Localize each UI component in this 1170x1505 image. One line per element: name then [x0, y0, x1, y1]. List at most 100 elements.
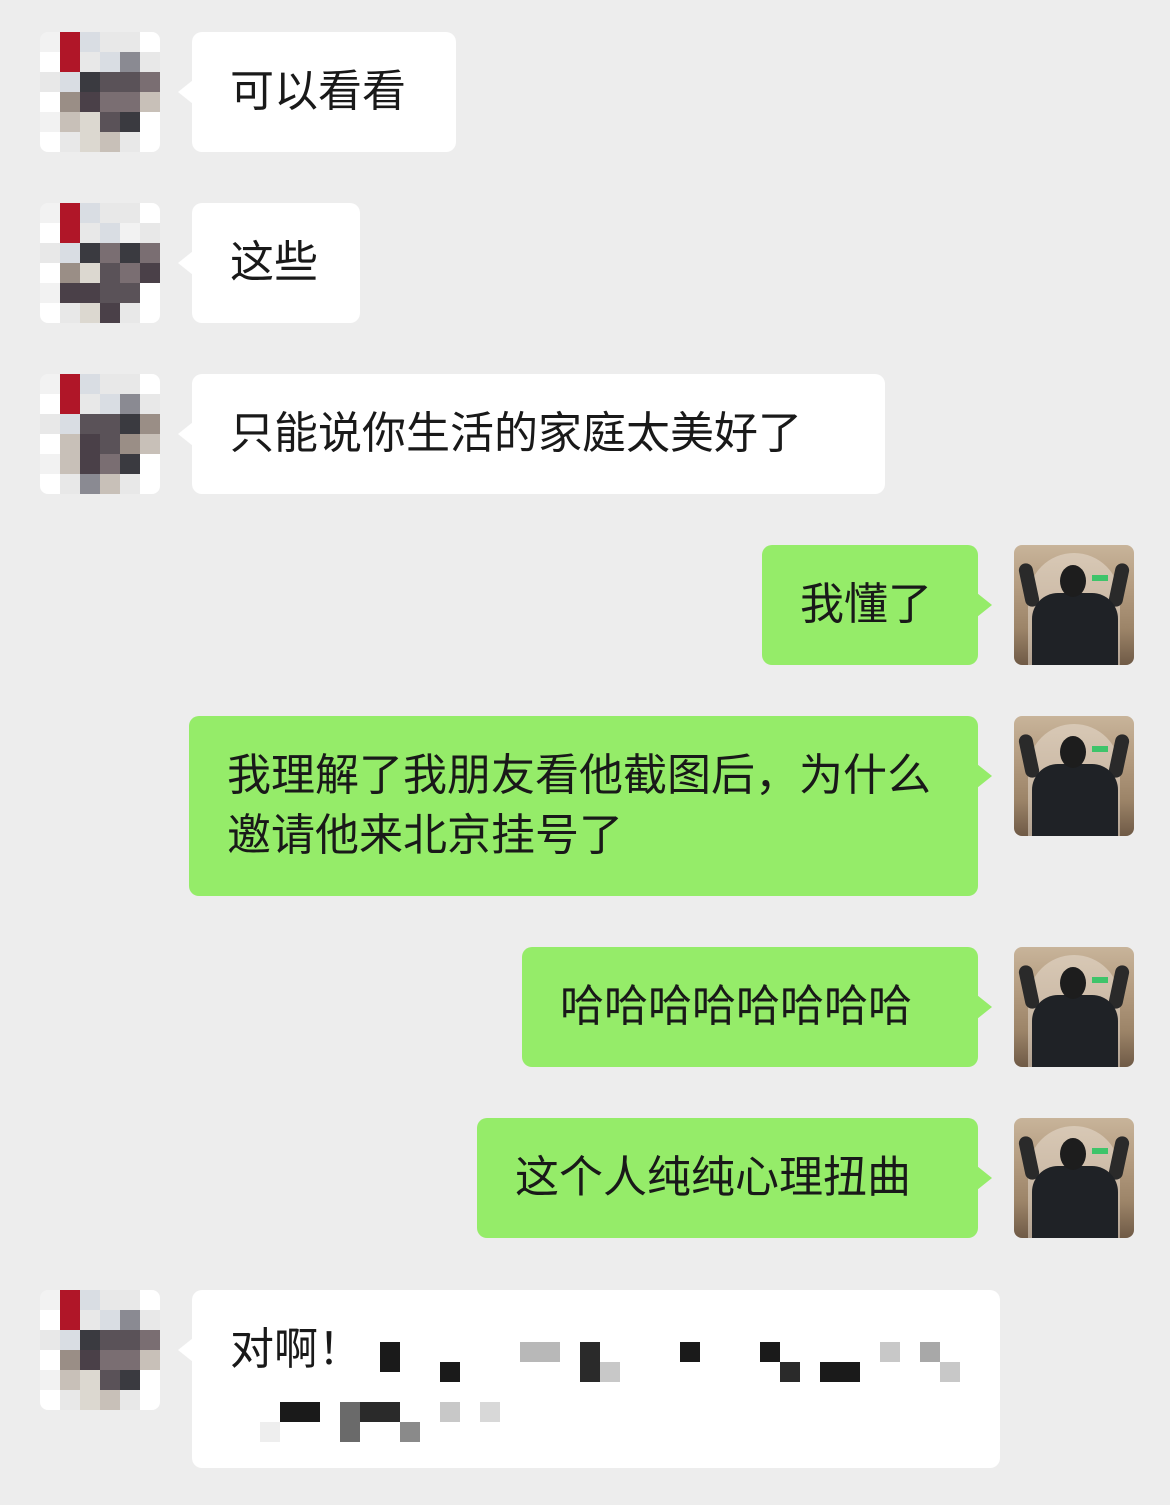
redaction-block — [400, 1422, 420, 1442]
avatar-pixel — [80, 394, 100, 414]
redaction-block — [880, 1342, 900, 1362]
avatar-pixel — [60, 474, 80, 494]
avatar-pixel — [80, 112, 100, 132]
redaction-block — [480, 1402, 500, 1422]
avatar-pixel — [100, 1290, 120, 1310]
avatar-pixel — [120, 72, 140, 92]
avatar-pixel — [140, 223, 160, 243]
avatar-pixel — [60, 243, 80, 263]
avatar-pixel — [80, 1350, 100, 1370]
contact-avatar[interactable] — [40, 32, 160, 152]
avatar-pixel — [100, 263, 120, 283]
avatar-pixel — [140, 72, 160, 92]
avatar-pixel — [100, 72, 120, 92]
redaction-block — [440, 1362, 460, 1382]
message-bubble[interactable]: 这个人纯纯心理扭曲 — [477, 1118, 992, 1238]
avatar-pixel — [120, 52, 140, 72]
avatar-pixel — [40, 52, 60, 72]
avatar-pixel — [120, 394, 140, 414]
avatar-pixel — [40, 32, 60, 52]
avatar-pixel — [100, 1390, 120, 1410]
avatar-pixel — [60, 434, 80, 454]
avatar-pixel — [40, 223, 60, 243]
contact-avatar[interactable] — [40, 1290, 160, 1410]
avatar-pixel — [40, 454, 60, 474]
self-avatar[interactable] — [1014, 716, 1134, 836]
contact-avatar[interactable] — [40, 203, 160, 323]
avatar-pixel — [80, 454, 100, 474]
message-text: 可以看看 — [230, 66, 406, 117]
message-bubble[interactable]: 对啊！ — [178, 1290, 1000, 1468]
avatar-pixel — [100, 394, 120, 414]
avatar-pixel — [60, 1330, 80, 1350]
avatar-pixel — [40, 1330, 60, 1350]
avatar-pixel — [140, 32, 160, 52]
avatar-pixel — [120, 243, 140, 263]
redaction-block — [600, 1362, 620, 1382]
avatar-pixel — [60, 112, 80, 132]
self-avatar[interactable] — [1014, 545, 1134, 665]
redaction-block — [920, 1342, 940, 1362]
bubble-tail — [977, 764, 992, 788]
message-text: 我懂了 — [800, 579, 932, 630]
avatar-pixel — [100, 32, 120, 52]
avatar-pixel — [120, 1390, 140, 1410]
avatar-pixel — [60, 414, 80, 434]
message-bubble[interactable]: 我懂了 — [762, 545, 992, 665]
avatar-pixel — [120, 92, 140, 112]
avatar-pixel — [100, 454, 120, 474]
avatar-pixel — [140, 434, 160, 454]
message-text: 我理解了我朋友看他截图后，为什么邀请他来北京挂号了 — [227, 750, 931, 861]
avatar-pixel — [80, 263, 100, 283]
avatar-pixel — [60, 303, 80, 323]
avatar-pixel — [80, 1330, 100, 1350]
avatar-pixel — [140, 414, 160, 434]
avatar-pixel — [140, 243, 160, 263]
redaction-block — [780, 1362, 800, 1382]
redaction-block — [380, 1342, 400, 1372]
message-bubble[interactable]: 只能说你生活的家庭太美好了 — [178, 374, 885, 494]
avatar-pixel — [40, 1390, 60, 1410]
avatar-pixel — [100, 52, 120, 72]
message-bubble[interactable]: 哈哈哈哈哈哈哈哈 — [522, 947, 992, 1067]
contact-avatar[interactable] — [40, 374, 160, 494]
avatar-pixel — [140, 112, 160, 132]
bubble-tail — [178, 1338, 193, 1362]
redaction-block — [280, 1402, 320, 1422]
avatar-pixel — [100, 1370, 120, 1390]
avatar-pixel — [40, 303, 60, 323]
avatar-pixel — [120, 203, 140, 223]
self-avatar[interactable] — [1014, 1118, 1134, 1238]
bubble-tail — [178, 251, 193, 275]
redaction-block — [360, 1402, 400, 1422]
redaction-block — [260, 1422, 280, 1442]
avatar-pixel — [40, 263, 60, 283]
avatar-pixel — [60, 1370, 80, 1390]
redaction-block — [440, 1402, 460, 1422]
avatar-pixel — [120, 1330, 140, 1350]
avatar-pixel — [80, 243, 100, 263]
avatar-pixel — [100, 474, 120, 494]
avatar-pixel — [80, 32, 100, 52]
avatar-pixel — [40, 243, 60, 263]
avatar-pixel — [60, 32, 80, 52]
avatar-pixel — [140, 474, 160, 494]
message-bubble[interactable]: 这些 — [178, 203, 360, 323]
avatar-pixel — [80, 52, 100, 72]
message-bubble[interactable]: 可以看看 — [178, 32, 456, 152]
message-bubble[interactable]: 我理解了我朋友看他截图后，为什么邀请他来北京挂号了 — [189, 716, 992, 896]
avatar-pixel — [80, 374, 100, 394]
avatar-pixel — [80, 132, 100, 152]
avatar-pixel — [140, 374, 160, 394]
avatar-pixel — [60, 1310, 80, 1330]
avatar-pixel — [120, 474, 140, 494]
avatar-pixel — [140, 303, 160, 323]
avatar-pixel — [100, 374, 120, 394]
avatar-pixel — [60, 223, 80, 243]
avatar-pixel — [100, 223, 120, 243]
avatar-pixel — [100, 112, 120, 132]
avatar-pixel — [80, 283, 100, 303]
avatar-pixel — [40, 112, 60, 132]
self-avatar[interactable] — [1014, 947, 1134, 1067]
avatar-pixel — [40, 1350, 60, 1370]
